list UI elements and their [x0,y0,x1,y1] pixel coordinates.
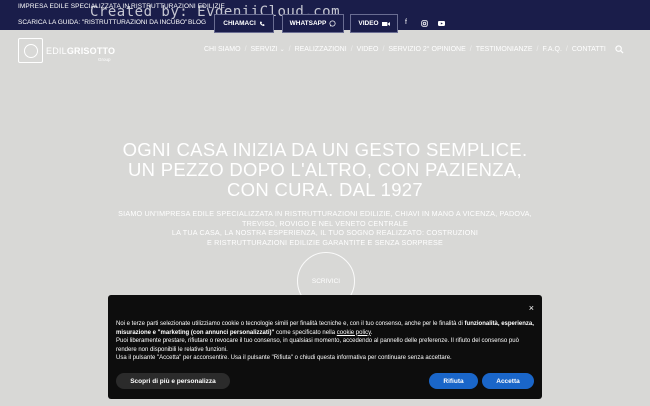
hero-title-line: CON CURA. DAL 1927 [227,179,423,200]
call-button[interactable]: CHIAMACI [214,14,274,33]
nav-item-chi-siamo[interactable]: CHI SIAMO [200,46,245,53]
hero-subtitle-line: LA TUA CASA, LA NOSTRA ESPERIENZA, IL TU… [171,228,479,237]
logo-grisotto: GRISOTTO [66,45,116,56]
nav-item-video[interactable]: VIDEO [353,46,383,53]
hero-subtitle-line: SIAMO UN'IMPRESA EDILE SPECIALIZZATA IN … [118,209,532,218]
hero-title: OGNI CASA INIZIA DA UN GESTO SEMPLICE. U… [0,140,650,200]
logo-wordmark: EDILGRISOTTO [46,46,115,56]
close-icon[interactable]: × [529,303,534,313]
cookie-policy-link[interactable]: cookie policy [337,330,371,336]
hero-title-line: UN PEZZO DOPO L'ALTRO, CON PAZIENZA, [128,159,522,180]
cookie-paragraph-1: Noi e terze parti selezionate utilizziam… [116,320,534,337]
whatsapp-icon [329,20,336,27]
cookie-banner: × Noi e terze parti selezionate utilizzi… [108,295,542,399]
video-button[interactable]: VIDEO [350,14,398,33]
cookie-paragraph-3: Usa il pulsante "Accetta" per acconsenti… [116,355,452,362]
guide-link[interactable]: SCARICA LA GUIDA: "RISTRUTTURAZIONI DA I… [18,19,187,26]
chevron-down-icon: ⌄ [279,47,285,53]
hero-subtitle-line: E RISTRUTTURAZIONI EDILIZIE GARANTITE E … [206,237,444,247]
blog-link[interactable]: BLOG [188,19,206,26]
cookie-text: Noi e terze parti selezionate utilizziam… [116,320,534,363]
whatsapp-button-label: WHATSAPP [289,20,327,27]
logo-sub: Group [98,57,111,62]
nav-item-testimonianze[interactable]: TESTIMONIANZE [472,46,537,53]
nav-item-realizzazioni[interactable]: REALIZZAZIONI [291,46,351,53]
reject-button[interactable]: Rifiuta [429,373,478,389]
cookie-text-part: Noi e terze parti selezionate utilizziam… [116,321,465,327]
contact-circle-label: SCRIVICI [311,278,341,285]
logo-mark [18,38,43,63]
top-bar: IMPRESA EDILE SPECIALIZZATA IN RISTRUTTU… [0,0,650,33]
hero-title-line: OGNI CASA INIZIA DA UN GESTO SEMPLICE. [122,139,528,160]
phone-icon [259,21,265,26]
hero-subtitle-line: TREVISO, ROVIGO E NEL VENETO CENTRALE [242,218,408,228]
nav-item-faq[interactable]: F.A.Q. [538,46,565,53]
nav-item-servizi[interactable]: SERVIZI ⌄ [247,46,289,53]
cookie-paragraph-2: Puoi liberamente prestare, rifiutare o r… [116,338,519,353]
cookie-text-part: come specificato nella [274,329,337,336]
nav-item-servizio-opinione[interactable]: SERVIZIO 2° OPINIONE [384,46,469,53]
facebook-icon[interactable]: f [405,19,407,26]
whatsapp-button[interactable]: WHATSAPP [282,14,344,33]
video-icon [381,21,390,26]
cookie-text-part: . [370,329,373,336]
call-button-label: CHIAMACI [223,20,256,27]
customize-button[interactable]: Scopri di più e personalizza [116,373,230,389]
youtube-icon[interactable] [438,21,445,26]
main-nav: CHI SIAMO / SERVIZI ⌄ / REALIZZAZIONI / … [200,46,610,53]
nav-item-contatti[interactable]: CONTATTI [568,46,610,53]
search-icon[interactable] [615,45,624,54]
video-button-label: VIDEO [358,20,379,27]
hero-subtitle: SIAMO UN'IMPRESA EDILE SPECIALIZZATA IN … [100,209,550,247]
logo-edil: EDIL [46,45,67,56]
logo[interactable]: EDILGRISOTTO Group [18,38,115,63]
nav-item-servizi-label: SERVIZI [250,46,278,53]
instagram-icon[interactable] [421,20,428,27]
accept-button[interactable]: Accetta [482,373,534,389]
